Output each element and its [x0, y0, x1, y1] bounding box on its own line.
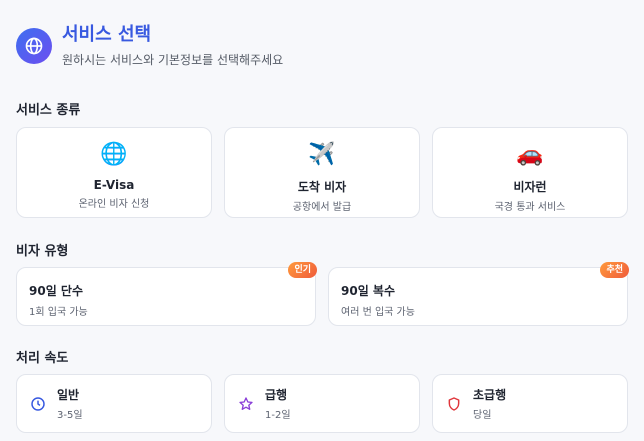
- service-card-evisa[interactable]: 🌐 E-Visa 온라인 비자 신청: [16, 127, 212, 218]
- speed-desc: 1-2일: [265, 410, 291, 421]
- service-name: 비자런: [513, 180, 547, 194]
- page-subtitle: 원하시는 서비스와 기본정보를 선택해주세요: [62, 53, 284, 67]
- service-desc: 국경 통과 서비스: [494, 202, 566, 213]
- airplane-icon: ✈️: [308, 142, 336, 167]
- speed-desc: 당일: [473, 410, 492, 421]
- speed-name: 초급행: [473, 388, 507, 402]
- popular-badge: 인기: [288, 262, 317, 278]
- speed-desc: 3-5일: [57, 410, 83, 421]
- speed-name: 일반: [57, 388, 80, 402]
- speed-section-title: 처리 속도: [16, 351, 69, 366]
- visa-card-single[interactable]: 90일 단수 1회 입국 가능 인기: [16, 262, 317, 326]
- speed-card-express[interactable]: 급행 1-2일: [224, 374, 420, 433]
- star-icon: [237, 395, 255, 413]
- visa-card-multiple[interactable]: 90일 복수 여러 번 입국 가능 추천: [328, 262, 629, 326]
- visa-desc: 1회 입국 가능: [29, 307, 88, 318]
- visa-section-title: 비자 유형: [16, 244, 69, 259]
- shield-icon: [445, 395, 463, 413]
- service-card-visa-run[interactable]: 🚗 비자런 국경 통과 서비스: [432, 127, 628, 218]
- car-icon: 🚗: [516, 142, 544, 167]
- service-name: 도착 비자: [297, 180, 347, 194]
- service-desc: 온라인 비자 신청: [78, 199, 150, 210]
- visa-desc: 여러 번 입국 가능: [341, 307, 415, 318]
- service-section-title: 서비스 종류: [16, 103, 81, 118]
- visa-name: 90일 단수: [29, 284, 83, 298]
- speed-name: 급행: [265, 388, 288, 402]
- globe-icon: [16, 28, 52, 64]
- visa-name: 90일 복수: [341, 284, 395, 298]
- speed-card-normal[interactable]: 일반 3-5일: [16, 374, 212, 433]
- globe-icon: 🌐: [100, 142, 128, 167]
- speed-card-super-express[interactable]: 초급행 당일: [432, 374, 628, 433]
- page-header: 서비스 선택 원하시는 서비스와 기본정보를 선택해주세요: [16, 24, 283, 68]
- recommended-badge: 추천: [600, 262, 629, 278]
- page-title: 서비스 선택: [62, 24, 152, 45]
- service-card-arrival-visa[interactable]: ✈️ 도착 비자 공항에서 발급: [224, 127, 420, 218]
- service-name: E-Visa: [93, 178, 135, 192]
- clock-icon: [29, 395, 47, 413]
- service-selection-page: 서비스 선택 원하시는 서비스와 기본정보를 선택해주세요 서비스 종류 🌐 E…: [0, 0, 644, 441]
- service-desc: 공항에서 발급: [292, 202, 352, 213]
